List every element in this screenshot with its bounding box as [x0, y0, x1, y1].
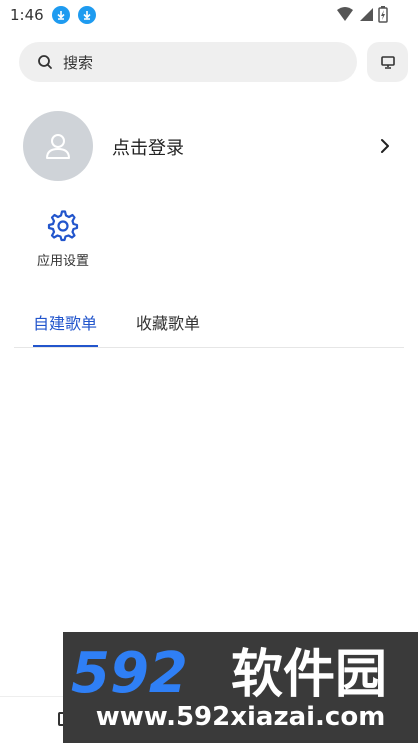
download-notification-icon: [77, 6, 96, 24]
cast-button[interactable]: [367, 42, 408, 82]
login-link[interactable]: 点击登录: [112, 134, 184, 160]
gear-icon: [47, 210, 79, 242]
app-settings-button[interactable]: 应用设置: [30, 210, 96, 270]
signal-icon: [360, 8, 373, 21]
watermark-logo: 592 软件园: [71, 641, 387, 700]
avatar[interactable]: [23, 111, 93, 181]
search-input[interactable]: 搜索: [19, 42, 357, 82]
watermark-brand-text: 软件园: [231, 645, 387, 700]
watermark: 592 软件园 www.592xiazai.com: [63, 632, 418, 743]
tab-favorite-playlists[interactable]: 收藏歌单: [136, 310, 200, 334]
download-notification-icon: [51, 6, 70, 24]
monitor-icon: [380, 56, 395, 69]
chevron-right-icon[interactable]: [378, 137, 392, 155]
wifi-icon: [337, 7, 353, 21]
user-icon: [46, 134, 70, 159]
tab-own-playlists[interactable]: 自建歌单: [33, 310, 97, 334]
watermark-url: www.592xiazai.com: [95, 702, 386, 732]
watermark-brand-digits: 592: [71, 641, 188, 700]
battery-icon: [378, 6, 388, 23]
status-time: 1:46: [10, 6, 44, 24]
app-settings-label: 应用设置: [36, 254, 89, 269]
status-icons: [336, 5, 388, 23]
status-bar: 1:46: [0, 0, 418, 30]
search-icon: [38, 55, 52, 69]
tab-divider: [14, 347, 404, 348]
search-placeholder: 搜索: [63, 53, 94, 72]
